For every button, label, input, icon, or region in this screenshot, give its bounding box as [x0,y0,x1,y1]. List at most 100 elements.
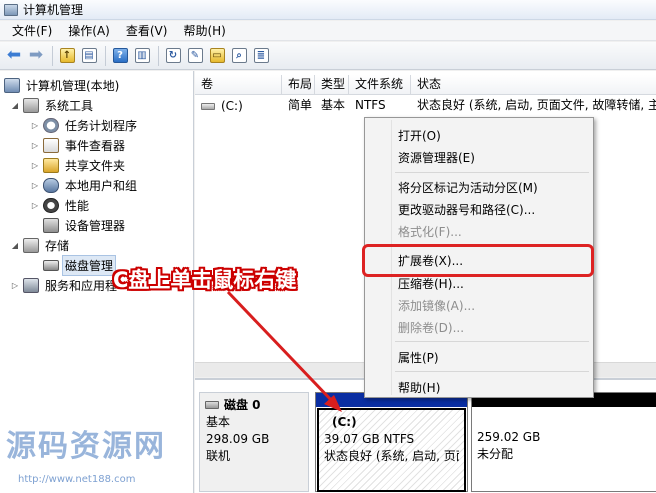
partition-c[interactable]: (C:) 39.07 GB NTFS 状态良好 (系统, 启动, 页面 [315,392,468,492]
menu-separator [395,341,589,342]
expand-arrow-icon: ▷ [31,200,39,210]
services-icon [23,277,39,293]
event-log-icon [43,137,59,153]
collapse-arrow-icon: ◢ [11,240,19,250]
forward-arrow-icon: ➡ [28,45,44,65]
tree-shared-folders[interactable]: ▷ 共享文件夹 [30,155,127,175]
toolbar-separator [105,45,106,66]
disk-0-info[interactable]: 磁盘 0 基本 298.09 GB 联机 [199,392,309,492]
watermark-url: http://www.net188.com [18,474,136,485]
tree-storage[interactable]: ◢ 存储 [10,235,71,255]
expand-arrow-icon: ▷ [31,160,39,170]
performance-gauge-icon [43,197,59,213]
menu-item-help[interactable]: 帮助(H) [398,379,440,396]
expand-arrow-icon: ▷ [11,280,19,290]
column-status[interactable]: 状态 [411,75,656,94]
expand-arrow-icon: ▷ [31,180,39,190]
expand-arrow-icon: ▷ [31,140,39,150]
collapse-arrow-icon: ◢ [11,100,19,110]
unallocated-size: 259.02 GB [477,430,541,444]
menu-bar: 文件(F) 操作(A) 查看(V) 帮助(H) [0,21,656,41]
computer-icon [4,77,20,93]
menu-item-open[interactable]: 打开(O) [398,127,441,144]
tree-task-scheduler[interactable]: ▷ 任务计划程序 [30,115,139,135]
partition-c-size: 39.07 GB NTFS [324,432,415,446]
disk-drive-icon [43,259,59,271]
watermark-text: 源码资源网 [6,429,166,464]
menu-item-properties[interactable]: 属性(P) [398,349,439,366]
menu-item-mark-active[interactable]: 将分区标记为活动分区(M) [398,179,538,196]
tree-root[interactable]: 计算机管理(本地) [4,75,121,95]
toolbar: ⬅ ➡ ↑ ▤ ? ▥ ↻ ✎ ▭ ⌕ ≣ [0,42,656,70]
open-folder-icon: ▭ [209,48,225,63]
toolbar-separator [52,45,53,66]
window-title: 计算机管理 [23,3,84,17]
volume-name-cell: (C:) [195,97,282,115]
storage-icon [23,237,39,253]
partition-c-name: (C:) [332,415,357,429]
help-button[interactable]: ? [110,46,130,66]
users-icon [43,177,59,193]
help-icon: ? [112,48,128,63]
unallocated-status: 未分配 [477,447,514,461]
column-layout[interactable]: 布局 [282,75,315,94]
volume-type-cell: 基本 [321,98,346,112]
search-icon: ⌕ [231,48,247,63]
export-list-icon: ≣ [253,48,269,63]
column-filesystem[interactable]: 文件系统 [349,75,411,94]
properties-icon: ✎ [187,48,203,63]
clock-icon [43,117,59,133]
menu-action[interactable]: 操作(A) [60,22,118,39]
properties-button[interactable]: ✎ [185,46,205,66]
menu-view[interactable]: 查看(V) [118,22,176,39]
annotation-callout: C盘上单击鼠标右键 [113,268,297,292]
computer-management-icon [4,3,18,16]
title-bar: 计算机管理 [0,0,656,20]
refresh-button[interactable]: ↻ [163,46,183,66]
tree-local-users[interactable]: ▷ 本地用户和组 [30,175,139,195]
menu-item-delete-volume: 删除卷(D)... [398,321,465,335]
tools-icon [23,97,39,113]
tree-system-tools[interactable]: ◢ 系统工具 [10,95,95,115]
partition-unallocated[interactable]: 259.02 GB 未分配 [471,392,656,492]
tree-device-manager[interactable]: 设备管理器 [43,215,127,235]
back-button[interactable]: ⬅ [4,46,24,66]
disk-size: 298.09 GB [206,432,270,446]
shared-folder-icon [43,157,59,173]
menu-file[interactable]: 文件(F) [4,22,60,39]
up-level-button[interactable]: ↑ [57,46,77,66]
tree-performance[interactable]: ▷ 性能 [30,195,91,215]
partition-c-status: 状态良好 (系统, 启动, 页面 [324,449,459,463]
column-type[interactable]: 类型 [315,75,349,94]
menu-separator [395,371,589,372]
console-tree-icon: ▤ [81,48,97,63]
export-button[interactable]: ≣ [251,46,271,66]
disk-name: 磁盘 0 [224,398,261,412]
volume-list-header: 卷 布局 类型 文件系统 状态 [195,75,656,95]
menu-item-add-mirror: 添加镜像(A)... [398,299,476,313]
forward-button[interactable]: ➡ [26,46,46,66]
tree-event-viewer[interactable]: ▷ 事件查看器 [30,135,127,155]
back-arrow-icon: ⬅ [6,45,22,65]
tree-disk-management[interactable]: 磁盘管理 [43,254,117,276]
menu-item-change-letter[interactable]: 更改驱动器号和路径(C)... [398,201,535,218]
show-hide-tree-button[interactable]: ▤ [79,46,99,66]
menu-item-shrink-volume[interactable]: 压缩卷(H)... [398,275,464,292]
action-pane-icon: ▥ [134,48,150,63]
show-action-pane-button[interactable]: ▥ [132,46,152,66]
volume-row-c[interactable]: (C:) 简单 基本 NTFS 状态良好 (系统, 启动, 页面文件, 故障转储… [195,97,656,115]
disk-icon [205,401,219,409]
menu-help[interactable]: 帮助(H) [175,22,233,39]
extend-volume-highlight [362,244,594,277]
column-volume[interactable]: 卷 [195,75,282,94]
disk-state: 联机 [206,449,231,463]
open-button[interactable]: ▭ [207,46,227,66]
toolbar-separator [158,45,159,66]
volume-fs-cell: NTFS [355,98,386,112]
device-manager-icon [43,217,59,233]
menu-separator [395,172,589,173]
tree-services-apps[interactable]: ▷ 服务和应用程 [10,275,119,295]
menu-item-explorer[interactable]: 资源管理器(E) [398,149,475,166]
partition-unallocated-body: 259.02 GB 未分配 [472,407,656,467]
search-button[interactable]: ⌕ [229,46,249,66]
